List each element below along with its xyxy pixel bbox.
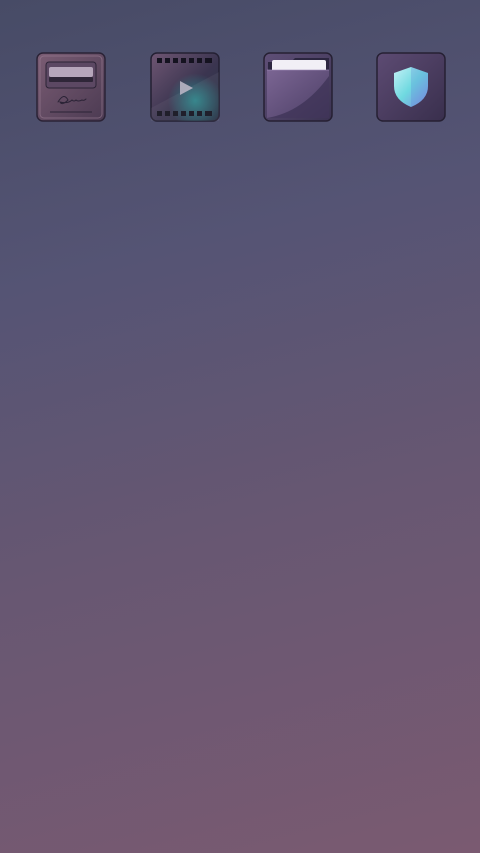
files-app-icon[interactable]: [263, 52, 333, 122]
folder-icon: [263, 52, 333, 122]
shield-icon: [376, 52, 446, 122]
home-screen: [0, 0, 480, 853]
video-app-icon[interactable]: [150, 52, 220, 122]
mailbox-icon: [36, 52, 106, 122]
film-play-icon: [150, 52, 220, 122]
security-app-icon[interactable]: [376, 52, 446, 122]
email-app-icon[interactable]: [36, 52, 106, 122]
app-icon-row: [36, 52, 448, 122]
